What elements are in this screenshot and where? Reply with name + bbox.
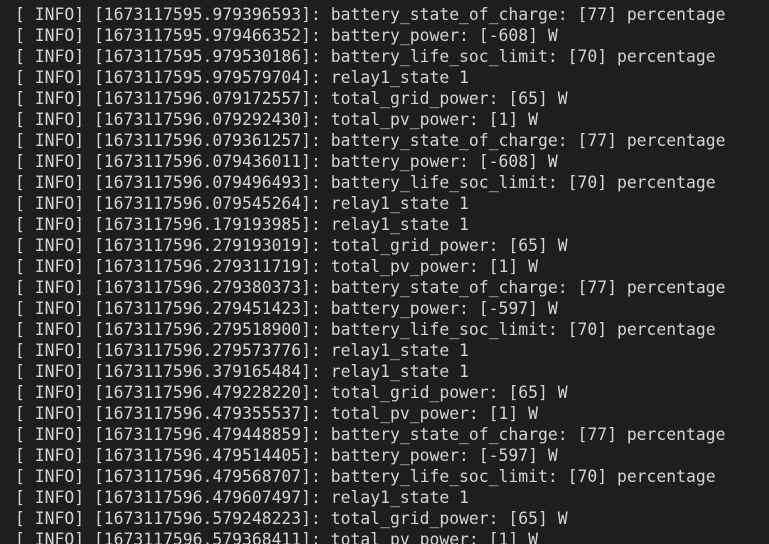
log-line: [ INFO] [1673117596.279193019]: total_gr… <box>15 236 568 255</box>
log-line: [ INFO] [1673117596.279380373]: battery_… <box>15 278 726 297</box>
log-line: [ INFO] [1673117596.479228220]: total_gr… <box>15 383 568 402</box>
log-line: [ INFO] [1673117596.379165484]: relay1_s… <box>15 362 469 381</box>
log-line: [ INFO] [1673117595.979396593]: battery_… <box>15 5 726 24</box>
log-line: [ INFO] [1673117596.479448859]: battery_… <box>15 425 726 444</box>
log-output: [ INFO] [1673117595.979396593]: battery_… <box>15 4 726 544</box>
log-line: [ INFO] [1673117596.479514405]: battery_… <box>15 446 558 465</box>
log-line: [ INFO] [1673117596.279518900]: battery_… <box>15 320 716 339</box>
log-line: [ INFO] [1673117596.079496493]: battery_… <box>15 173 716 192</box>
log-line: [ INFO] [1673117596.079172557]: total_gr… <box>15 89 568 108</box>
log-line: [ INFO] [1673117595.979466352]: battery_… <box>15 26 558 45</box>
log-line: [ INFO] [1673117596.279311719]: total_pv… <box>15 257 539 276</box>
log-line: [ INFO] [1673117596.279573776]: relay1_s… <box>15 341 469 360</box>
log-line: [ INFO] [1673117596.479607497]: relay1_s… <box>15 488 469 507</box>
log-line: [ INFO] [1673117596.479355537]: total_pv… <box>15 404 539 423</box>
log-line: [ INFO] [1673117596.079436011]: battery_… <box>15 152 558 171</box>
log-line: [ INFO] [1673117596.079545264]: relay1_s… <box>15 194 469 213</box>
log-line: [ INFO] [1673117596.579368411]: total_pv… <box>15 530 539 544</box>
log-line: [ INFO] [1673117596.079361257]: battery_… <box>15 131 726 150</box>
log-line: [ INFO] [1673117595.979579704]: relay1_s… <box>15 68 469 87</box>
log-line: [ INFO] [1673117596.479568707]: battery_… <box>15 467 716 486</box>
log-line: [ INFO] [1673117595.979530186]: battery_… <box>15 47 716 66</box>
log-line: [ INFO] [1673117596.579248223]: total_gr… <box>15 509 568 528</box>
log-line: [ INFO] [1673117596.279451423]: battery_… <box>15 299 558 318</box>
terminal-window[interactable]: [ INFO] [1673117595.979396593]: battery_… <box>0 0 769 544</box>
log-line: [ INFO] [1673117596.179193985]: relay1_s… <box>15 215 469 234</box>
log-line: [ INFO] [1673117596.079292430]: total_pv… <box>15 110 539 129</box>
